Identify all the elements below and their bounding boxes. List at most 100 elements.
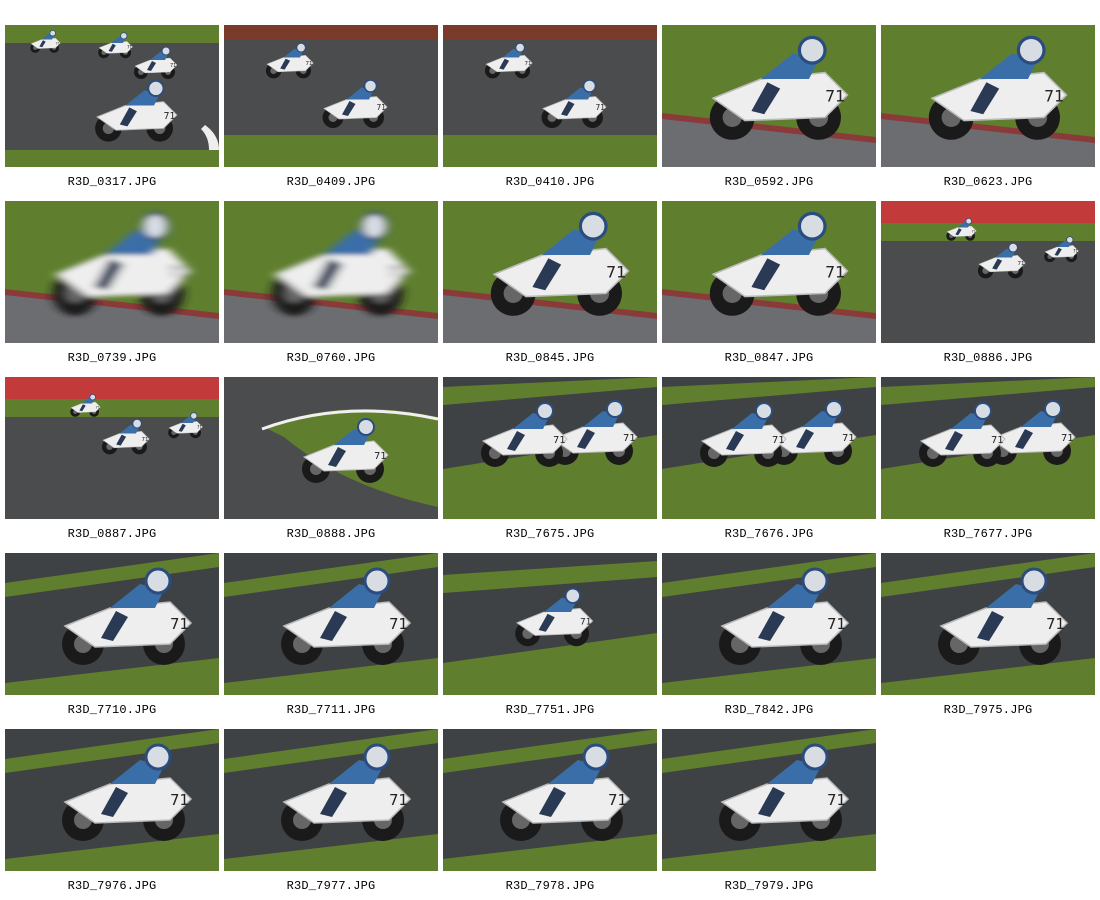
photo-thumbnail-image[interactable]: 71 71 71 [5, 377, 219, 519]
photo-thumbnail-image[interactable]: 71 [443, 729, 657, 871]
photo-thumbnail-item[interactable]: 71 R3D_0592.JPG [662, 25, 876, 201]
photo-thumbnail-item[interactable]: 71 R3D_7976.JPG [5, 729, 219, 900]
photo-filename-label: R3D_0592.JPG [724, 175, 814, 189]
svg-text:71: 71 [127, 45, 133, 50]
photo-thumbnail-image[interactable]: 71 71 [224, 25, 438, 167]
photo-thumbnail-image[interactable]: 71 71 [443, 377, 657, 519]
photo-filename-label: R3D_7711.JPG [286, 703, 376, 717]
photo-thumbnail-item[interactable]: 71 R3D_7978.JPG [443, 729, 657, 900]
photo-thumbnail-item[interactable]: 71 71 R3D_7677.JPG [881, 377, 1095, 553]
svg-text:71: 71 [608, 791, 627, 809]
photo-thumbnail-item[interactable]: 71 71 R3D_7676.JPG [662, 377, 876, 553]
svg-text:71: 71 [825, 262, 845, 281]
photo-filename-label: R3D_7979.JPG [724, 879, 814, 893]
photo-thumbnail-item[interactable]: 71 71 R3D_0410.JPG [443, 25, 657, 201]
photo-thumbnail-item[interactable]: 71 R3D_0739.JPG [5, 201, 219, 377]
photo-thumbnail-image[interactable]: 71 71 71 [881, 201, 1095, 343]
photo-thumbnail-item[interactable]: 71 R3D_7979.JPG [662, 729, 876, 900]
photo-thumbnail-image[interactable]: 71 71 [881, 377, 1095, 519]
photo-thumbnail-image[interactable]: 71 [443, 201, 657, 343]
photo-filename-label: R3D_0887.JPG [67, 527, 157, 541]
svg-text:71: 71 [1061, 433, 1074, 444]
photo-thumbnail-image[interactable]: 71 [443, 553, 657, 695]
photo-thumbnail-image[interactable]: 71 71 [443, 25, 657, 167]
photo-thumbnail-item[interactable]: 71 R3D_7842.JPG [662, 553, 876, 729]
photo-thumbnail-item[interactable]: 71 71 71 71 R3D_0317.JPG [5, 25, 219, 201]
svg-text:71: 71 [56, 41, 60, 45]
svg-text:71: 71 [1073, 249, 1079, 254]
svg-text:71: 71 [596, 103, 606, 112]
photo-filename-label: R3D_0317.JPG [67, 175, 157, 189]
svg-text:71: 71 [1046, 615, 1065, 633]
photo-thumbnail-image[interactable]: 71 71 71 71 [5, 25, 219, 167]
photo-thumbnail-item[interactable]: 71 R3D_7975.JPG [881, 553, 1095, 729]
svg-text:71: 71 [389, 615, 408, 633]
photo-filename-label: R3D_0760.JPG [286, 351, 376, 365]
photo-filename-label: R3D_7677.JPG [943, 527, 1033, 541]
photo-thumbnail-image[interactable]: 71 [662, 25, 876, 167]
photo-thumbnail-image[interactable]: 71 [5, 201, 219, 343]
svg-text:71: 71 [842, 433, 855, 444]
svg-text:71: 71 [170, 615, 189, 633]
svg-text:71: 71 [553, 435, 566, 446]
photo-filename-label: R3D_0739.JPG [67, 351, 157, 365]
photo-filename-label: R3D_0409.JPG [286, 175, 376, 189]
photo-filename-label: R3D_7977.JPG [286, 879, 376, 893]
photo-filename-label: R3D_7710.JPG [67, 703, 157, 717]
svg-text:71: 71 [772, 435, 785, 446]
photo-thumbnail-item[interactable]: 71 R3D_7711.JPG [224, 553, 438, 729]
svg-text:71: 71 [827, 791, 846, 809]
svg-text:71: 71 [170, 63, 176, 69]
photo-filename-label: R3D_7675.JPG [505, 527, 595, 541]
photo-filename-label: R3D_0845.JPG [505, 351, 595, 365]
photo-thumbnail-image[interactable]: 71 [224, 201, 438, 343]
svg-text:71: 71 [377, 103, 387, 112]
photo-thumbnail-image[interactable]: 71 [881, 553, 1095, 695]
svg-text:71: 71 [623, 433, 636, 444]
photo-thumbnail-item[interactable]: 71 R3D_0623.JPG [881, 25, 1095, 201]
photo-filename-label: R3D_7975.JPG [943, 703, 1033, 717]
svg-text:71: 71 [164, 111, 176, 122]
svg-text:71: 71 [389, 791, 408, 809]
photo-thumbnail-item[interactable]: 71 R3D_7751.JPG [443, 553, 657, 729]
thumbnail-gallery: 71 71 71 71 R3D_0317.JPG 71 71 R3D_0409.… [0, 0, 1100, 900]
svg-text:71: 71 [825, 86, 845, 105]
photo-thumbnail-image[interactable]: 71 [662, 729, 876, 871]
photo-filename-label: R3D_0888.JPG [286, 527, 376, 541]
photo-thumbnail-item[interactable]: 71 71 R3D_0409.JPG [224, 25, 438, 201]
photo-thumbnail-item[interactable]: 71 R3D_7977.JPG [224, 729, 438, 900]
photo-filename-label: R3D_7676.JPG [724, 527, 814, 541]
photo-thumbnail-image[interactable]: 71 [5, 729, 219, 871]
photo-filename-label: R3D_7751.JPG [505, 703, 595, 717]
photo-thumbnail-item[interactable]: 71 71 71 R3D_0886.JPG [881, 201, 1095, 377]
svg-text:71: 71 [142, 437, 149, 443]
photo-thumbnail-item[interactable]: 71 R3D_7710.JPG [5, 553, 219, 729]
photo-thumbnail-item[interactable]: 71 R3D_0845.JPG [443, 201, 657, 377]
photo-thumbnail-item[interactable]: 71 R3D_0847.JPG [662, 201, 876, 377]
photo-thumbnail-item[interactable]: 71 R3D_0888.JPG [224, 377, 438, 553]
photo-thumbnail-image[interactable]: 71 [224, 377, 438, 519]
photo-thumbnail-image[interactable]: 71 [5, 553, 219, 695]
svg-text:71: 71 [374, 451, 387, 462]
svg-text:71: 71 [168, 262, 188, 281]
svg-text:71: 71 [197, 425, 203, 430]
svg-text:71: 71 [827, 615, 846, 633]
photo-thumbnail-image[interactable]: 71 [224, 553, 438, 695]
svg-text:71: 71 [170, 791, 189, 809]
photo-thumbnail-item[interactable]: 71 R3D_0760.JPG [224, 201, 438, 377]
photo-thumbnail-image[interactable]: 71 [881, 25, 1095, 167]
photo-thumbnail-item[interactable]: 71 71 71 R3D_0887.JPG [5, 377, 219, 553]
svg-text:71: 71 [525, 61, 532, 67]
photo-filename-label: R3D_7842.JPG [724, 703, 814, 717]
svg-text:71: 71 [1044, 86, 1064, 105]
photo-filename-label: R3D_0623.JPG [943, 175, 1033, 189]
svg-text:71: 71 [991, 435, 1004, 446]
photo-filename-label: R3D_0886.JPG [943, 351, 1033, 365]
photo-thumbnail-item[interactable]: 71 71 R3D_7675.JPG [443, 377, 657, 553]
photo-thumbnail-image[interactable]: 71 [224, 729, 438, 871]
photo-filename-label: R3D_0847.JPG [724, 351, 814, 365]
svg-text:71: 71 [606, 262, 626, 281]
photo-thumbnail-image[interactable]: 71 [662, 201, 876, 343]
photo-thumbnail-image[interactable]: 71 [662, 553, 876, 695]
photo-thumbnail-image[interactable]: 71 71 [662, 377, 876, 519]
